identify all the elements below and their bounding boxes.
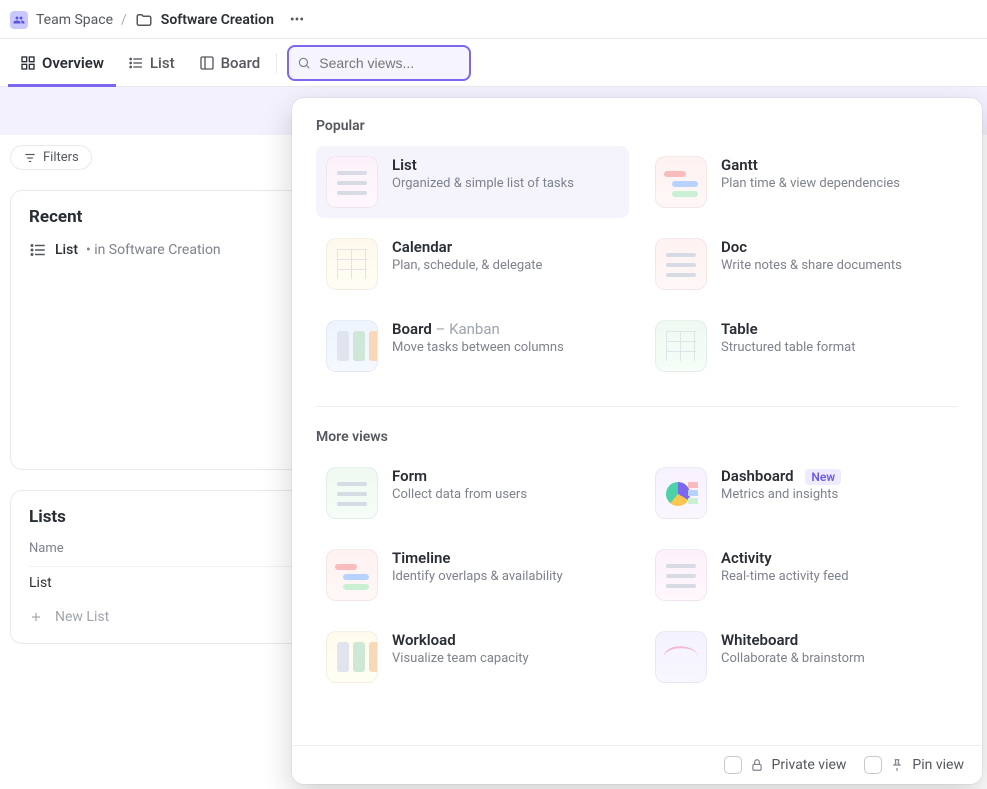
breadcrumb: Team Space / Software Creation •••: [0, 0, 987, 39]
breadcrumb-more-button[interactable]: •••: [286, 10, 308, 30]
filters-button[interactable]: Filters: [10, 145, 92, 170]
pin-view-toggle[interactable]: Pin view: [864, 756, 964, 774]
thumb-workload-icon: [326, 631, 378, 683]
view-option-board-title: Board – Kanban: [392, 320, 564, 338]
view-option-calendar[interactable]: Calendar Plan, schedule, & delegate: [316, 228, 629, 300]
thumb-list-icon: [326, 156, 378, 208]
view-option-board-desc: Move tasks between columns: [392, 340, 564, 355]
view-option-whiteboard[interactable]: Whiteboard Collaborate & brainstorm: [645, 621, 958, 693]
private-view-toggle[interactable]: Private view: [724, 756, 847, 774]
private-view-checkbox[interactable]: [724, 756, 742, 774]
view-option-list-title: List: [392, 156, 574, 174]
section-popular: Popular: [316, 118, 958, 134]
view-option-list-desc: Organized & simple list of tasks: [392, 176, 574, 191]
tab-overview[interactable]: Overview: [8, 39, 116, 87]
thumb-doc-icon: [655, 238, 707, 290]
thumb-calendar-icon: [326, 238, 378, 290]
crumb-folder[interactable]: Software Creation: [161, 12, 274, 28]
thumb-table-icon: [655, 320, 707, 372]
view-option-dashboard-title: Dashboard New: [721, 467, 841, 485]
view-option-dashboard-desc: Metrics and insights: [721, 487, 841, 502]
view-option-board-subtitle: – Kanban: [436, 320, 500, 338]
list-icon: [128, 55, 144, 71]
view-tabs-row: Overview List Board: [0, 39, 987, 87]
views-dropdown-scroll[interactable]: Popular List Organized & simple list of …: [292, 98, 982, 745]
search-wrap: [287, 45, 471, 81]
recent-item-meta: • in Software Creation: [86, 242, 221, 258]
view-option-table-title: Table: [721, 320, 855, 338]
view-option-timeline-title: Timeline: [392, 549, 563, 567]
tab-divider: [276, 53, 277, 73]
thumb-activity-icon: [655, 549, 707, 601]
view-option-whiteboard-desc: Collaborate & brainstorm: [721, 651, 865, 666]
crumb-separator: /: [121, 12, 127, 28]
view-option-table-desc: Structured table format: [721, 340, 855, 355]
search-icon: [297, 56, 311, 70]
view-option-timeline-desc: Identify overlaps & availability: [392, 569, 563, 584]
view-option-list[interactable]: List Organized & simple list of tasks: [316, 146, 629, 218]
pin-icon: [890, 758, 904, 772]
view-option-workload-title: Workload: [392, 631, 529, 649]
view-option-gantt[interactable]: Gantt Plan time & view dependencies: [645, 146, 958, 218]
view-option-gantt-desc: Plan time & view dependencies: [721, 176, 900, 191]
view-option-table[interactable]: Table Structured table format: [645, 310, 958, 382]
view-option-workload[interactable]: Workload Visualize team capacity: [316, 621, 629, 693]
tab-list[interactable]: List: [116, 39, 187, 87]
view-option-doc-title: Doc: [721, 238, 902, 256]
filter-icon: [23, 151, 37, 165]
recent-item-name: List: [55, 242, 78, 258]
badge-new: New: [805, 469, 841, 485]
tab-board-label: Board: [221, 54, 261, 72]
pin-view-checkbox[interactable]: [864, 756, 882, 774]
tab-board[interactable]: Board: [187, 39, 273, 87]
crumb-space[interactable]: Team Space: [36, 12, 113, 28]
views-dropdown: Popular List Organized & simple list of …: [292, 98, 982, 784]
board-icon: [199, 55, 215, 71]
thumb-timeline-icon: [326, 549, 378, 601]
lock-icon: [750, 758, 764, 772]
view-option-calendar-title: Calendar: [392, 238, 542, 256]
section-more-views: More views: [316, 429, 958, 445]
view-option-activity[interactable]: Activity Real-time activity feed: [645, 539, 958, 611]
folder-icon: [135, 11, 153, 29]
view-option-workload-desc: Visualize team capacity: [392, 651, 529, 666]
thumb-gantt-icon: [655, 156, 707, 208]
view-option-doc-desc: Write notes & share documents: [721, 258, 902, 273]
pin-view-label: Pin view: [912, 757, 964, 773]
thumb-dashboard-icon: [655, 467, 707, 519]
view-option-timeline[interactable]: Timeline Identify overlaps & availabilit…: [316, 539, 629, 611]
new-list-label: New List: [55, 609, 109, 625]
tab-overview-label: Overview: [42, 54, 104, 72]
view-option-dashboard[interactable]: Dashboard New Metrics and insights: [645, 457, 958, 529]
list-icon: [29, 241, 47, 259]
plus-icon: [29, 610, 43, 624]
filters-label: Filters: [43, 150, 79, 165]
view-option-form[interactable]: Form Collect data from users: [316, 457, 629, 529]
overview-icon: [20, 55, 36, 71]
view-option-gantt-title: Gantt: [721, 156, 900, 174]
view-option-doc[interactable]: Doc Write notes & share documents: [645, 228, 958, 300]
private-view-label: Private view: [772, 757, 847, 773]
dropdown-footer: Private view Pin view: [292, 745, 982, 784]
view-option-form-title: Form: [392, 467, 527, 485]
view-option-whiteboard-title: Whiteboard: [721, 631, 865, 649]
thumb-form-icon: [326, 467, 378, 519]
view-option-board[interactable]: Board – Kanban Move tasks between column…: [316, 310, 629, 382]
view-option-form-desc: Collect data from users: [392, 487, 527, 502]
tab-list-label: List: [150, 54, 175, 72]
space-icon: [10, 11, 28, 29]
view-option-activity-title: Activity: [721, 549, 849, 567]
thumb-whiteboard-icon: [655, 631, 707, 683]
search-views-input[interactable]: [287, 45, 471, 81]
view-option-activity-desc: Real-time activity feed: [721, 569, 849, 584]
dropdown-divider: [316, 406, 958, 407]
thumb-board-icon: [326, 320, 378, 372]
view-option-calendar-desc: Plan, schedule, & delegate: [392, 258, 542, 273]
